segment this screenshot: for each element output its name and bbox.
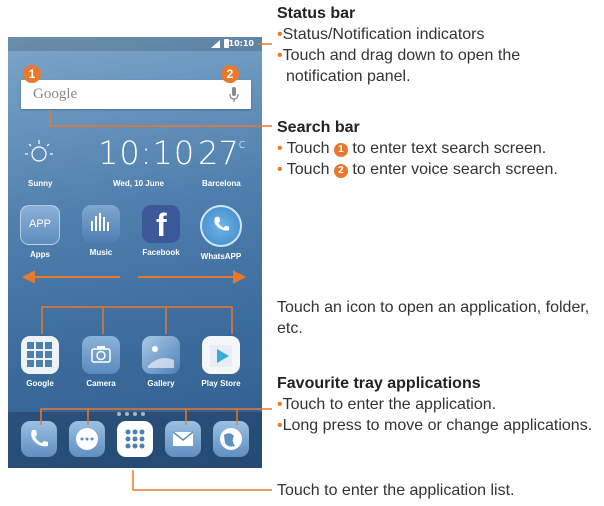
app-list-annotation: Touch to enter the application list. <box>277 482 515 499</box>
icon-annotation: Touch an icon to open an application, fo… <box>277 299 590 337</box>
swipe-arrows <box>21 270 247 284</box>
status-bar-annotation: Status bar •Status/Notification indicato… <box>277 3 597 87</box>
search-bar-heading: Search bar <box>277 119 360 136</box>
search-bar-annotation: Search bar • Touch 1 to enter text searc… <box>277 117 602 180</box>
status-bar-heading: Status bar <box>277 5 356 22</box>
favourite-tray-annotation: Favourite tray applications •Touch to en… <box>277 373 602 436</box>
annotation-bullet: • Touch 1 to enter text search screen. <box>277 140 547 157</box>
annotation-bullet: •Status/Notification indicators <box>277 26 485 43</box>
annotation-bullet: •Long press to move or change applicatio… <box>277 417 593 434</box>
annotation-bullet: •Touch to enter the application. <box>277 396 497 413</box>
annotation-bullet: •Touch and drag down to open the notific… <box>277 47 521 85</box>
annotation-bullet: • Touch 2 to enter voice search screen. <box>277 161 558 178</box>
favourite-tray-heading: Favourite tray applications <box>277 375 481 392</box>
